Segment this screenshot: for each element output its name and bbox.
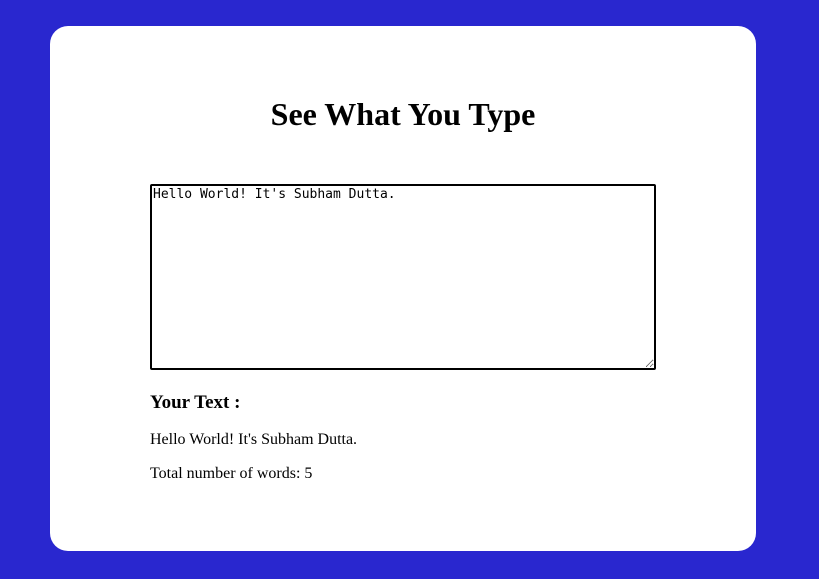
your-text-heading: Your Text : <box>150 392 241 413</box>
main-card: See What You Type Your Text : Hello Worl… <box>50 26 756 551</box>
word-count: Total number of words: 5 <box>150 465 313 482</box>
text-input[interactable] <box>150 184 656 370</box>
typed-text-output: Hello World! It's Subham Dutta. <box>150 431 358 448</box>
page-title: See What You Type <box>270 96 536 132</box>
